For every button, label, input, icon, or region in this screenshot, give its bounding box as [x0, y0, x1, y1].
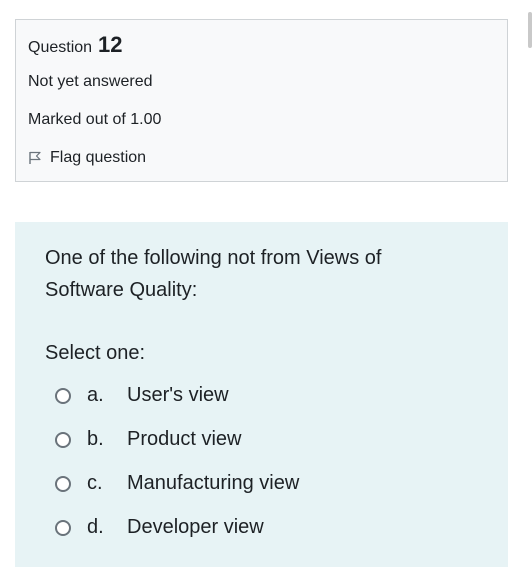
option-text: Developer view: [127, 516, 264, 538]
question-number: 12: [98, 32, 123, 57]
flag-icon: [28, 151, 42, 165]
option-letter: d.: [87, 516, 104, 538]
option-letter: a.: [87, 384, 104, 406]
radio-button-d[interactable]: [55, 519, 71, 536]
option-letter: c.: [87, 472, 103, 494]
flag-question-link[interactable]: Flag question: [28, 149, 146, 167]
scrollbar-thumb[interactable]: [528, 12, 532, 48]
question-grade: Marked out of 1.00: [28, 111, 162, 128]
answer-option-b[interactable]: b. Product view: [55, 428, 242, 451]
radio-button-a[interactable]: [55, 387, 71, 404]
question-label: Question: [28, 39, 93, 56]
question-number-line: Question 12: [28, 32, 123, 58]
option-text: Manufacturing view: [127, 472, 300, 494]
option-letter: b.: [87, 428, 104, 450]
answer-option-a[interactable]: a. User's view: [55, 384, 229, 407]
flag-question-label: Flag question: [50, 149, 147, 166]
question-text: One of the following not from Views of S…: [45, 247, 382, 301]
question-content: One of the following not from Views of S…: [15, 222, 508, 567]
option-text: Product view: [127, 428, 242, 450]
answer-option-c[interactable]: c. Manufacturing view: [55, 472, 299, 495]
radio-button-b[interactable]: [55, 431, 71, 448]
question-state: Not yet answered: [28, 73, 153, 90]
option-text: User's view: [127, 384, 229, 406]
answer-option-d[interactable]: d. Developer view: [55, 516, 264, 539]
select-prompt: Select one:: [45, 342, 146, 364]
question-info-panel: Question 12 Not yet answered Marked out …: [15, 19, 508, 182]
radio-button-c[interactable]: [55, 475, 71, 492]
